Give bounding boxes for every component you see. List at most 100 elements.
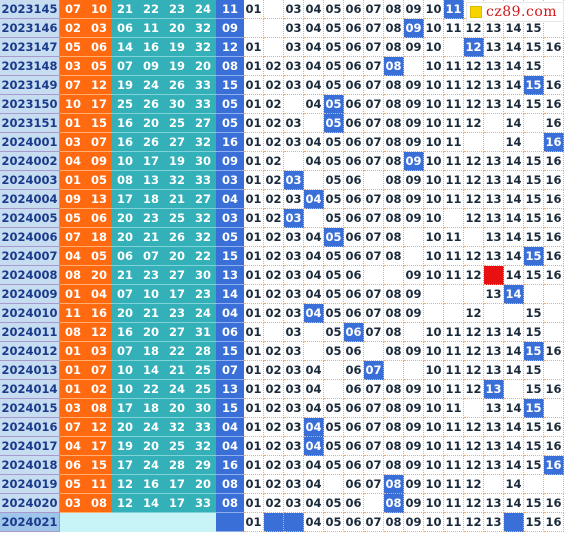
red-ball: 20 (164, 247, 190, 266)
number-cell: 05 (324, 456, 344, 475)
red-ball: 07 (86, 361, 112, 380)
red-ball: 17 (112, 190, 138, 209)
red-ball: 08 (86, 494, 112, 513)
number-cell: 06 (344, 95, 364, 114)
number-cell: 02 (264, 266, 284, 285)
number-cell (364, 494, 384, 513)
number-cell (504, 380, 524, 399)
number-cell: 11 (444, 247, 464, 266)
number-cell (524, 133, 544, 152)
period-number: 2023146 (0, 19, 60, 38)
red-ball: 16 (112, 133, 138, 152)
number-cell: 01 (244, 418, 264, 437)
number-cell: 14 (504, 342, 524, 361)
period-number: 2024016 (0, 418, 60, 437)
number-cell: 08 (384, 456, 404, 475)
number-cell: 04 (304, 76, 324, 95)
number-cell: 08 (384, 171, 404, 190)
number-cell: 14 (504, 57, 524, 76)
number-cell: 07 (364, 513, 384, 532)
number-cell (484, 114, 504, 133)
number-cell: 03 (284, 285, 304, 304)
number-cell: 07 (364, 456, 384, 475)
number-cell: 13 (484, 228, 504, 247)
number-cell: 01 (244, 285, 264, 304)
red-ball (138, 513, 164, 532)
red-ball: 25 (112, 95, 138, 114)
number-cell: 15 (524, 95, 544, 114)
red-ball: 10 (112, 380, 138, 399)
number-cell: 01 (244, 361, 264, 380)
number-cell: 13 (484, 437, 504, 456)
number-cell: 10 (424, 171, 444, 190)
number-cell: 07 (364, 285, 384, 304)
number-cell: 11 (444, 266, 464, 285)
number-cell (364, 342, 384, 361)
red-ball: 12 (86, 76, 112, 95)
blue-ball: 08 (216, 57, 244, 76)
number-cell: 16 (544, 152, 564, 171)
red-ball: 24 (164, 380, 190, 399)
number-cell: 02 (264, 342, 284, 361)
period-number: 2024017 (0, 437, 60, 456)
hit-cell: 06 (344, 323, 364, 342)
number-cell: 05 (324, 0, 344, 19)
number-cell: 01 (244, 247, 264, 266)
number-cell: 16 (544, 437, 564, 456)
draw-row: 2023150 10 17 25 26 30 33 05 01 02 04 05 06 07 08 09 10 1… (0, 95, 567, 114)
red-ball: 16 (86, 304, 112, 323)
number-cell: 04 (304, 399, 324, 418)
number-cell: 13 (484, 399, 504, 418)
number-cell: 14 (504, 418, 524, 437)
number-cell: 07 (364, 38, 384, 57)
number-cell: 02 (264, 171, 284, 190)
red-ball: 09 (138, 57, 164, 76)
number-cell: 01 (244, 152, 264, 171)
red-ball: 01 (60, 285, 86, 304)
number-cell: 01 (244, 95, 264, 114)
red-ball: 01 (60, 171, 86, 190)
number-cell: 08 (384, 76, 404, 95)
number-cell: 10 (424, 19, 444, 38)
hit-cell: 05 (324, 95, 344, 114)
number-cell: 16 (544, 247, 564, 266)
blue-ball: 13 (216, 380, 244, 399)
number-cell: 10 (424, 209, 444, 228)
red-ball: 16 (138, 475, 164, 494)
draw-row: 2024001 03 07 16 26 27 32 16 01 02 03 04 05 06 07 08 09 1… (0, 133, 567, 152)
number-cell (544, 304, 564, 323)
hit-cell: 15 (524, 399, 544, 418)
red-ball: 24 (190, 304, 216, 323)
red-ball: 12 (112, 475, 138, 494)
draw-row: 2024013 01 07 10 14 21 25 07 01 02 03 04 06 07 10 11 12 1… (0, 361, 567, 380)
number-cell: 14 (504, 266, 524, 285)
number-cell: 07 (364, 57, 384, 76)
number-cell: 11 (444, 190, 464, 209)
red-ball: 21 (112, 0, 138, 19)
number-cell: 14 (504, 190, 524, 209)
red-ball: 03 (60, 494, 86, 513)
number-cell: 12 (464, 95, 484, 114)
blue-ball: 09 (216, 19, 244, 38)
number-cell: 09 (404, 76, 424, 95)
number-cell (324, 475, 344, 494)
number-cell: 12 (464, 114, 484, 133)
number-cell: 15 (524, 494, 544, 513)
period-number: 2024010 (0, 304, 60, 323)
number-cell: 16 (544, 190, 564, 209)
number-cell: 16 (544, 418, 564, 437)
red-ball: 31 (190, 323, 216, 342)
site-logo[interactable]: cz89.com (466, 2, 564, 22)
number-cell: 08 (384, 0, 404, 19)
number-cell: 12 (464, 494, 484, 513)
red-ball: 26 (164, 228, 190, 247)
number-cell: 11 (444, 342, 464, 361)
period-number: 2023149 (0, 76, 60, 95)
number-cell (284, 152, 304, 171)
number-cell: 15 (524, 513, 544, 532)
number-cell: 09 (404, 494, 424, 513)
red-ball: 20 (190, 475, 216, 494)
number-cell: 14 (504, 247, 524, 266)
number-cell: 01 (244, 437, 264, 456)
number-cell: 13 (484, 152, 504, 171)
